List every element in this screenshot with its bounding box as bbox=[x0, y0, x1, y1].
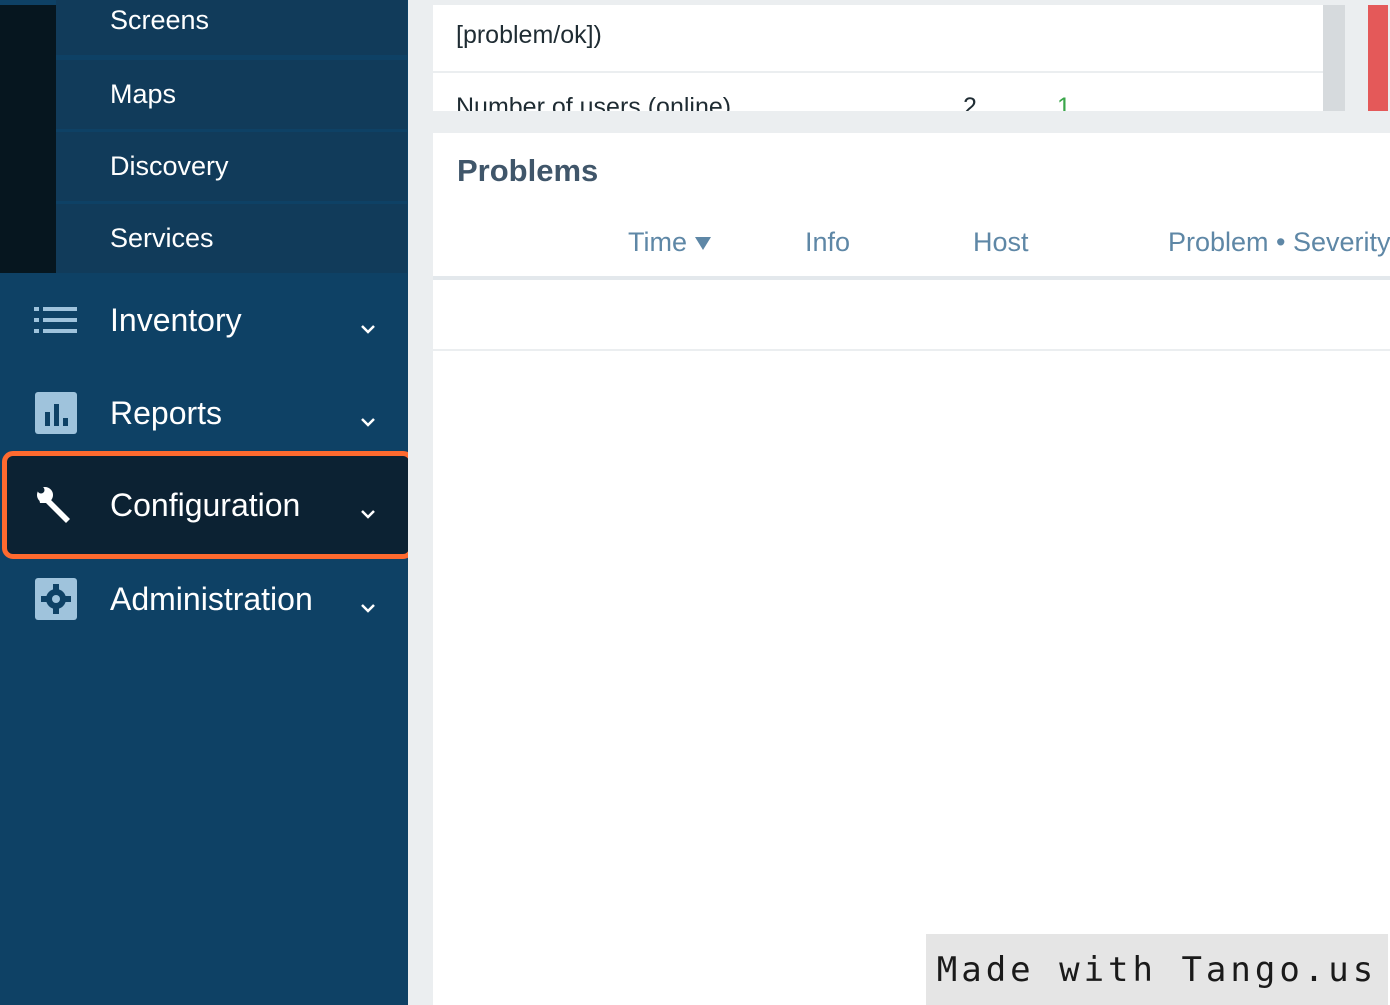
wrench-icon bbox=[34, 483, 78, 527]
users-online-label: Number of users (online) bbox=[456, 93, 732, 111]
watermark: Made with Tango.us bbox=[926, 934, 1388, 1005]
gear-icon bbox=[34, 577, 78, 621]
column-header-time[interactable]: Time bbox=[628, 227, 711, 258]
column-header-label: Problem • Severity bbox=[1168, 227, 1390, 257]
chevron-down-icon bbox=[358, 589, 378, 613]
column-header-label: Time bbox=[628, 227, 687, 257]
submenu-strip bbox=[0, 5, 56, 273]
submenu-item-maps[interactable]: Maps bbox=[56, 60, 407, 129]
severity-indicator bbox=[1368, 5, 1388, 111]
submenu-item-label: Discovery bbox=[110, 151, 229, 181]
trigger-state-text: [problem/ok]) bbox=[456, 21, 602, 49]
row-divider bbox=[433, 71, 1323, 73]
chevron-down-icon bbox=[358, 495, 378, 519]
submenu-item-label: Services bbox=[110, 223, 214, 253]
sidebar-item-administration[interactable]: Administration bbox=[0, 553, 408, 645]
bar-chart-icon bbox=[34, 391, 78, 435]
submenu-item-services[interactable]: Services bbox=[56, 204, 407, 273]
sidebar-item-label: Administration bbox=[110, 580, 313, 617]
sidebar-item-configuration[interactable]: Configuration bbox=[0, 459, 408, 551]
sidebar-item-label: Inventory bbox=[110, 301, 242, 338]
column-header-info: Info bbox=[805, 227, 850, 258]
column-header-problem-severity[interactable]: Problem • Severity bbox=[1168, 227, 1390, 258]
list-icon bbox=[34, 298, 78, 342]
sort-desc-icon bbox=[695, 237, 711, 251]
sidebar: Screens Maps Discovery Services Inventor… bbox=[0, 0, 414, 1005]
sidebar-item-label: Configuration bbox=[110, 486, 301, 523]
column-header-host[interactable]: Host bbox=[973, 227, 1029, 258]
problems-title: Problems bbox=[457, 153, 599, 188]
users-total-value: 2 bbox=[963, 93, 977, 111]
column-header-label: Info bbox=[805, 227, 851, 257]
submenu-item-discovery[interactable]: Discovery bbox=[56, 132, 407, 201]
submenu-item-label: Maps bbox=[110, 79, 177, 109]
users-online-value: 1 bbox=[1057, 93, 1071, 111]
widget-scrollbar[interactable] bbox=[1323, 5, 1345, 111]
column-header-label: Host bbox=[973, 227, 1029, 257]
system-info-widget: [problem/ok]) Number of users (online) 2… bbox=[433, 5, 1323, 111]
header-divider bbox=[433, 276, 1390, 280]
submenu-item-screens[interactable]: Screens bbox=[56, 0, 407, 55]
sidebar-item-label: Reports bbox=[110, 394, 223, 431]
chevron-down-icon bbox=[358, 310, 378, 334]
row-divider bbox=[433, 349, 1390, 351]
chevron-down-icon bbox=[358, 403, 378, 427]
sidebar-item-inventory[interactable]: Inventory bbox=[0, 274, 408, 366]
submenu-item-label: Screens bbox=[110, 5, 210, 35]
problems-widget: Problems Time Info Host Problem • Severi… bbox=[433, 133, 1390, 1005]
sidebar-item-reports[interactable]: Reports bbox=[0, 367, 408, 459]
